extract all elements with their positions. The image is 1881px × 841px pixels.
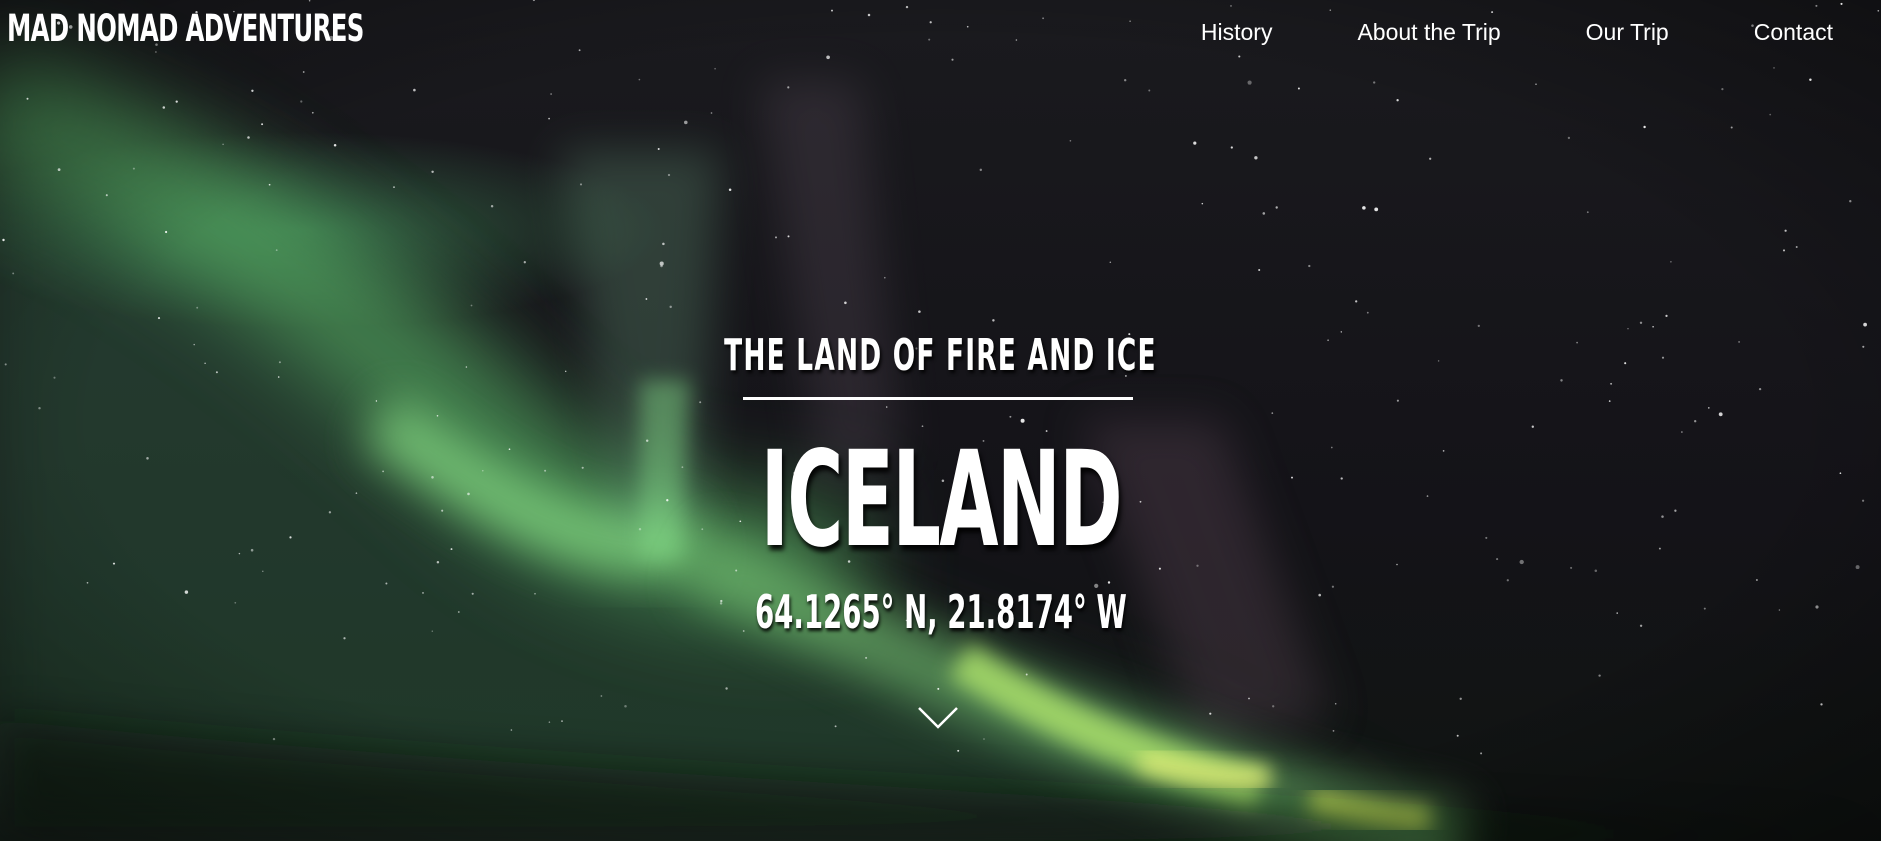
hero-title-text: ICELAND (760, 423, 1122, 577)
hero-content: THE LAND OF FIRE AND ICE ICELAND 64.1265… (0, 0, 1881, 841)
hero-coordinates: 64.1265° N, 21.8174° W (0, 585, 1881, 639)
hero-tagline: THE LAND OF FIRE AND ICE (0, 330, 1881, 382)
chevron-down-icon[interactable] (916, 702, 960, 732)
hero-coordinates-text: 64.1265° N, 21.8174° W (754, 585, 1127, 639)
hero-section: MAD NOMAD ADVENTURES History About the T… (0, 0, 1881, 841)
hero-tagline-text: THE LAND OF FIRE AND ICE (724, 330, 1157, 381)
hero-title: ICELAND (0, 430, 1881, 570)
tagline-divider (743, 397, 1133, 400)
